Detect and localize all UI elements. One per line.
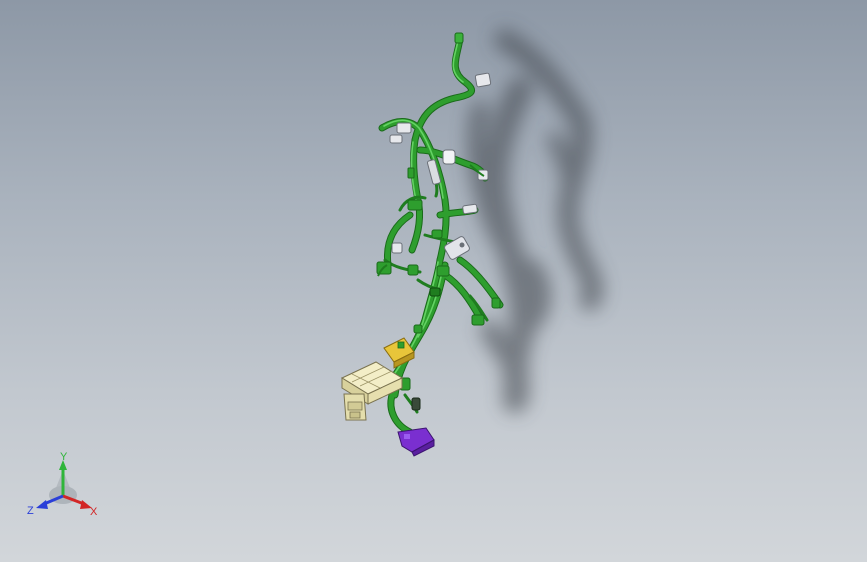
reference-triad[interactable]: Y X Z [24, 448, 104, 524]
graphics-viewport[interactable]: Y X Z [0, 0, 867, 562]
wire-ends [377, 164, 485, 277]
y-axis-label: Y [60, 451, 68, 463]
model-shadow [467, 29, 604, 413]
x-axis-label: X [90, 506, 98, 518]
harness-scene[interactable] [0, 0, 867, 562]
z-axis-label: Z [27, 505, 34, 517]
yellow-connector[interactable] [383, 337, 415, 369]
purple-connector[interactable] [397, 427, 435, 457]
